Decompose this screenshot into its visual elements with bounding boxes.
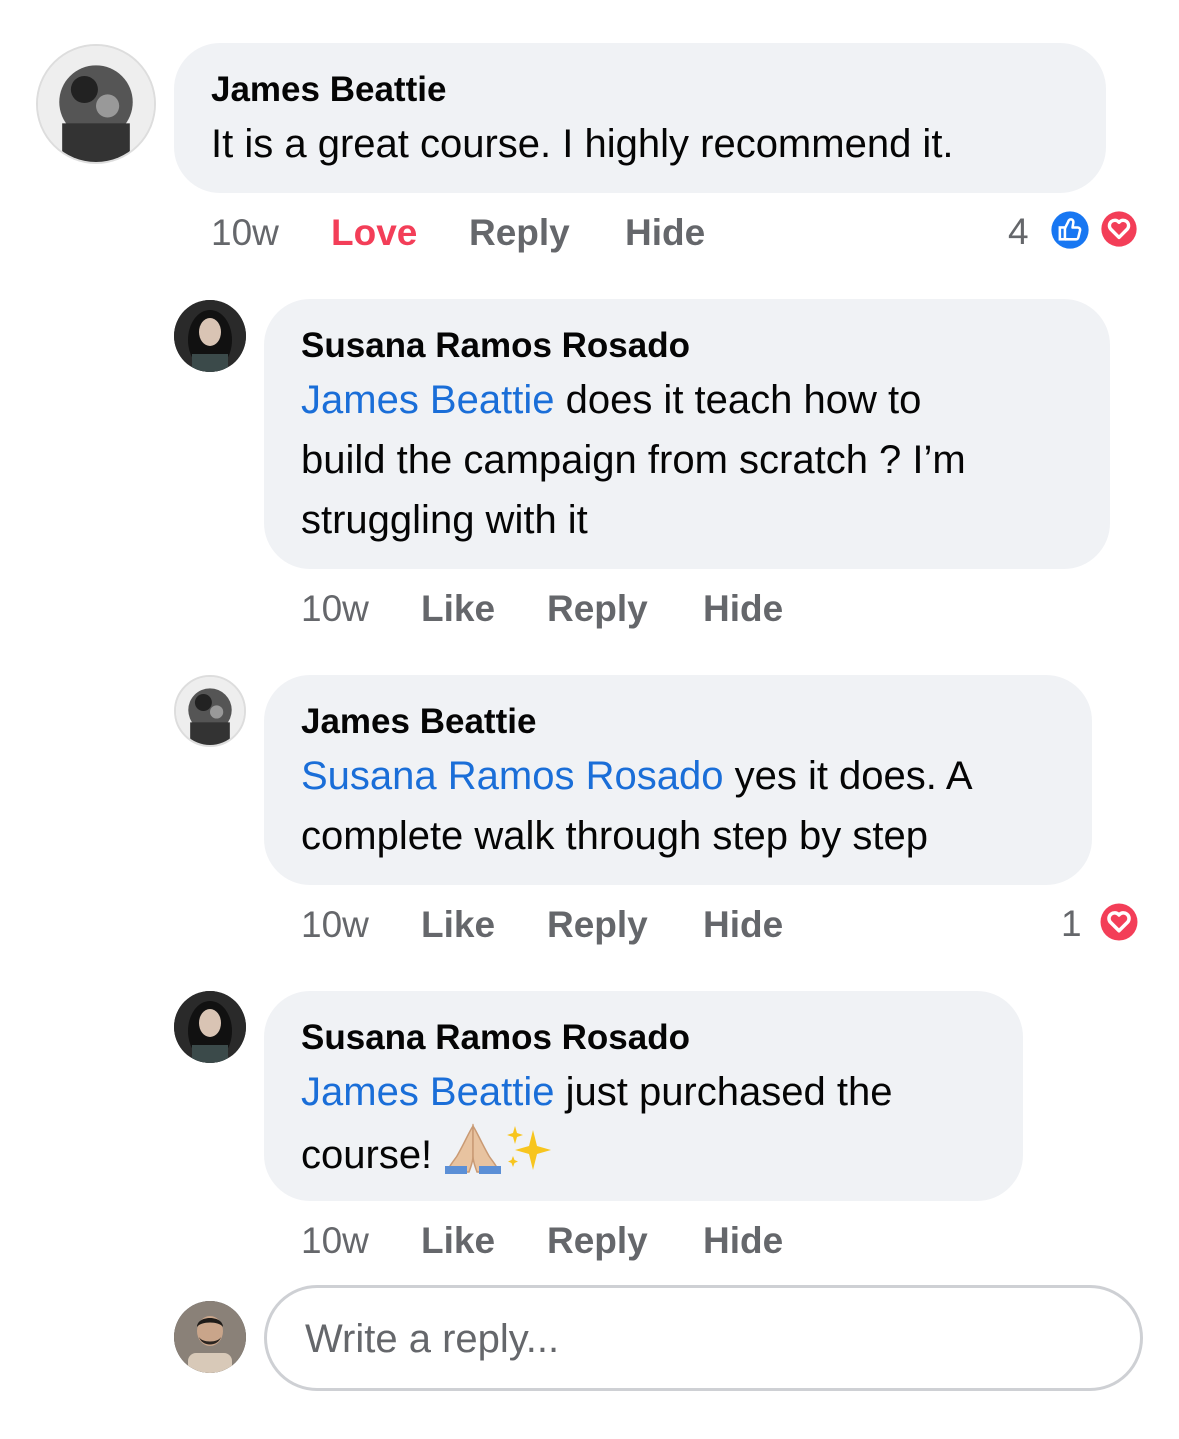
reply-button[interactable]: Reply [547, 904, 648, 946]
love-button[interactable]: Love [331, 212, 417, 254]
comment-time[interactable]: 10w [301, 904, 369, 946]
avatar-james-beattie[interactable] [36, 44, 156, 164]
reply-button[interactable]: Reply [547, 1220, 648, 1262]
comment-text: It is a great course. I highly recommend… [211, 122, 954, 166]
avatar-susana-ramos-rosado[interactable] [174, 991, 246, 1063]
mention-link[interactable]: Susana Ramos Rosado [301, 754, 723, 798]
reply-input[interactable] [303, 1288, 1093, 1390]
current-user-avatar [174, 1301, 246, 1373]
reaction-count[interactable]: 4 [1008, 211, 1029, 253]
like-button[interactable]: Like [421, 588, 495, 630]
comment-author[interactable]: James Beattie [301, 702, 536, 742]
like-icon [1044, 204, 1096, 256]
love-icon [1094, 204, 1144, 254]
comment-author[interactable]: Susana Ramos Rosado [301, 1018, 690, 1058]
hide-button[interactable]: Hide [703, 904, 783, 946]
reply-button[interactable]: Reply [469, 212, 570, 254]
mention-link[interactable]: James Beattie [301, 378, 554, 422]
comment-text-line: does it teach how to [554, 378, 922, 422]
comment-text: James Beattie does it teach how to build… [301, 370, 1091, 550]
love-icon [1093, 896, 1145, 948]
comment-text-line: just purchased the [554, 1070, 893, 1114]
reply-button[interactable]: Reply [547, 588, 648, 630]
comment-time[interactable]: 10w [211, 212, 279, 254]
comment-time[interactable]: 10w [301, 588, 369, 630]
comment-text-line: complete walk through step by step [301, 814, 929, 858]
comment-text-line: build the campaign from scratch ? I’m [301, 438, 966, 482]
comment-text: James Beattie just purchased the course! [301, 1062, 1011, 1191]
hide-button[interactable]: Hide [703, 588, 783, 630]
reply-composer[interactable] [264, 1285, 1143, 1391]
avatar-susana-ramos-rosado[interactable] [174, 300, 246, 372]
folded-hands-icon [443, 1122, 503, 1191]
sparkles-icon [503, 1122, 555, 1191]
comment-text-line: yes it does. A [723, 754, 973, 798]
comment-text-line: struggling with it [301, 498, 588, 542]
comment-text: Susana Ramos Rosado yes it does. A compl… [301, 746, 1081, 866]
comment-author[interactable]: James Beattie [211, 70, 446, 110]
hide-button[interactable]: Hide [703, 1220, 783, 1262]
comment-time[interactable]: 10w [301, 1220, 369, 1262]
comment-text-line: course! [301, 1133, 444, 1177]
mention-link[interactable]: James Beattie [301, 1070, 554, 1114]
avatar-james-beattie[interactable] [174, 675, 246, 747]
like-button[interactable]: Like [421, 1220, 495, 1262]
reaction-count[interactable]: 1 [1061, 903, 1082, 945]
hide-button[interactable]: Hide [625, 212, 705, 254]
comment-author[interactable]: Susana Ramos Rosado [301, 326, 690, 366]
like-button[interactable]: Like [421, 904, 495, 946]
